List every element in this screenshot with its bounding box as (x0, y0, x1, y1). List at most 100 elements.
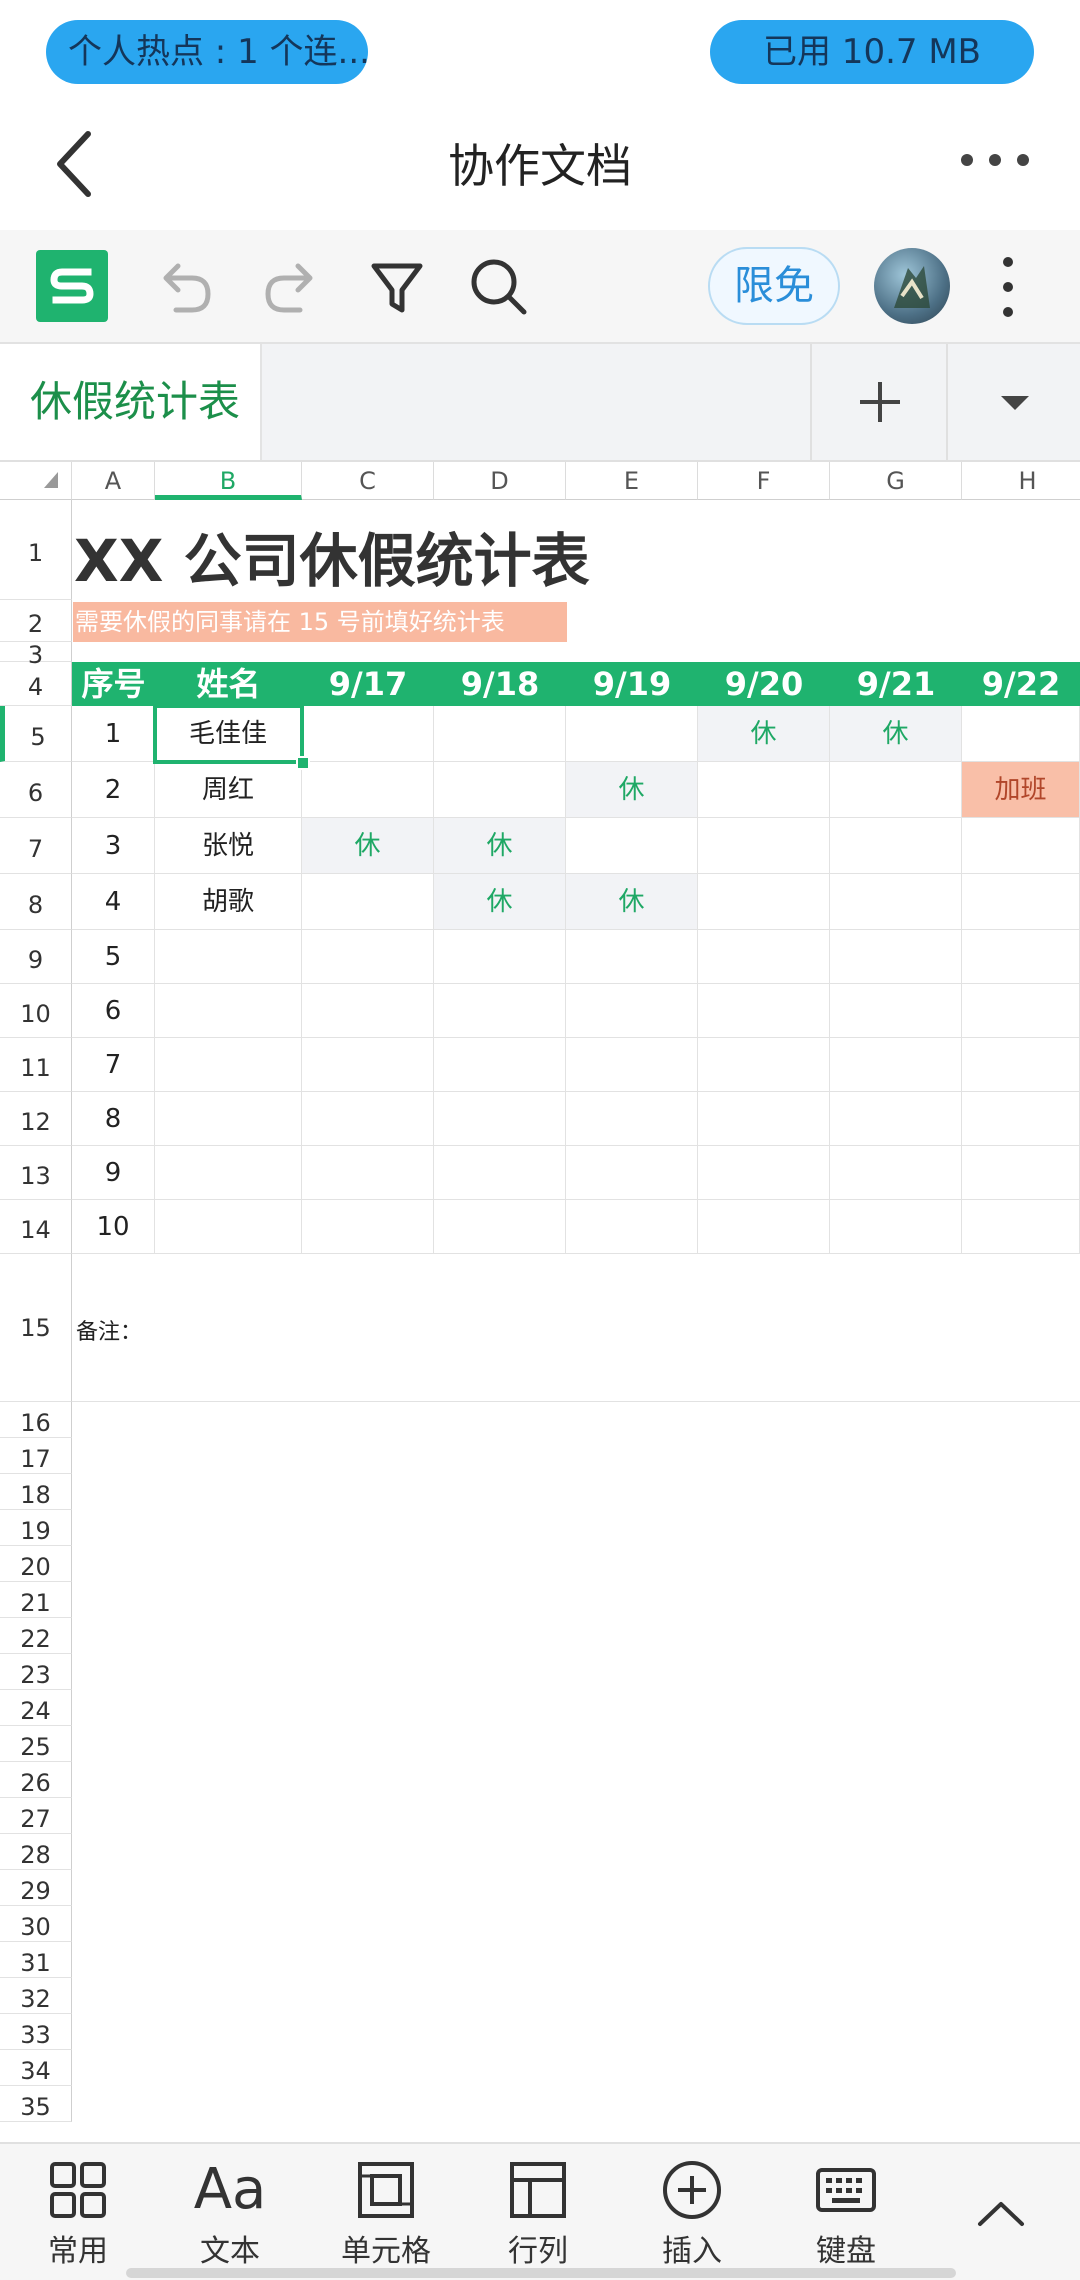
kebab-menu-icon[interactable] (990, 252, 1026, 322)
user-avatar[interactable] (874, 248, 950, 324)
day-cell[interactable] (302, 762, 434, 818)
day-cell[interactable] (698, 762, 830, 818)
day-cell[interactable] (962, 1200, 1080, 1254)
day-cell[interactable] (830, 984, 962, 1038)
table-header-cell[interactable]: 9/19 (566, 662, 698, 706)
table-header-cell[interactable]: 姓名 (155, 662, 302, 706)
day-cell[interactable] (302, 1038, 434, 1092)
day-cell[interactable] (566, 1038, 698, 1092)
spreadsheet-grid[interactable]: XX 公司休假统计表 需要休假的同事请在 15 号前填好统计表 备注： ABCD… (0, 462, 1080, 2142)
name-cell[interactable] (155, 984, 302, 1038)
table-header-cell[interactable]: 9/18 (434, 662, 566, 706)
day-cell[interactable] (962, 1092, 1080, 1146)
row-header-29[interactable]: 29 (0, 1870, 72, 1906)
add-sheet-button[interactable] (810, 344, 946, 460)
day-cell[interactable] (962, 930, 1080, 984)
day-cell[interactable] (698, 1038, 830, 1092)
day-cell[interactable] (962, 874, 1080, 930)
day-cell[interactable] (434, 1038, 566, 1092)
day-cell[interactable] (830, 874, 962, 930)
bottom-cell-button[interactable]: 单元格 (316, 2158, 456, 2278)
chevron-up-icon[interactable] (966, 2184, 1036, 2244)
day-cell[interactable] (962, 1146, 1080, 1200)
name-cell[interactable] (155, 1092, 302, 1146)
day-cell[interactable] (566, 706, 698, 762)
row-header-11[interactable]: 11 (0, 1038, 72, 1092)
name-cell[interactable] (155, 930, 302, 984)
day-cell[interactable] (302, 874, 434, 930)
name-cell[interactable] (155, 1038, 302, 1092)
day-cell[interactable] (830, 1092, 962, 1146)
table-header-cell[interactable]: 9/22 (962, 662, 1080, 706)
day-cell[interactable] (302, 930, 434, 984)
table-header-cell[interactable]: 序号 (72, 662, 155, 706)
bottom-keyboard-button[interactable]: 键盘 (776, 2158, 916, 2278)
column-header-a[interactable]: A (72, 462, 155, 500)
row-header-20[interactable]: 20 (0, 1546, 72, 1582)
redo-icon[interactable] (256, 252, 326, 322)
bottom-common-button[interactable]: 常用 (8, 2158, 148, 2278)
row-header-10[interactable]: 10 (0, 984, 72, 1038)
day-cell[interactable] (566, 1146, 698, 1200)
day-cell[interactable] (434, 1092, 566, 1146)
remark-cell[interactable]: 备注： (76, 1314, 142, 1346)
bottom-text-button[interactable]: Aa 文本 (160, 2158, 300, 2278)
column-header-e[interactable]: E (566, 462, 698, 500)
day-cell[interactable] (830, 1146, 962, 1200)
day-cell[interactable] (698, 984, 830, 1038)
day-cell[interactable] (830, 762, 962, 818)
column-header-h[interactable]: H (962, 462, 1080, 500)
day-cell[interactable] (698, 1146, 830, 1200)
scroll-handle[interactable] (126, 2268, 956, 2278)
day-cell[interactable] (962, 706, 1080, 762)
day-cell[interactable] (434, 1146, 566, 1200)
day-cell[interactable] (962, 984, 1080, 1038)
leave-cell[interactable]: 休 (434, 818, 566, 874)
day-cell[interactable] (830, 1038, 962, 1092)
overtime-cell[interactable]: 加班 (962, 762, 1080, 818)
filter-icon[interactable] (362, 252, 432, 322)
row-header-32[interactable]: 32 (0, 1978, 72, 2014)
day-cell[interactable] (962, 818, 1080, 874)
day-cell[interactable] (302, 706, 434, 762)
sheet-list-button[interactable] (946, 344, 1080, 460)
serial-number-cell[interactable]: 3 (72, 818, 155, 874)
table-header-cell[interactable]: 9/21 (830, 662, 962, 706)
row-header-24[interactable]: 24 (0, 1690, 72, 1726)
row-header-28[interactable]: 28 (0, 1834, 72, 1870)
row-header-13[interactable]: 13 (0, 1146, 72, 1200)
serial-number-cell[interactable]: 9 (72, 1146, 155, 1200)
day-cell[interactable] (830, 818, 962, 874)
sheet-tab-active[interactable]: 休假统计表 (0, 344, 262, 460)
serial-number-cell[interactable]: 1 (72, 706, 155, 762)
undo-icon[interactable] (150, 252, 220, 322)
row-header-34[interactable]: 34 (0, 2050, 72, 2086)
row-header-6[interactable]: 6 (0, 762, 72, 818)
day-cell[interactable] (566, 930, 698, 984)
day-cell[interactable] (566, 818, 698, 874)
row-header-21[interactable]: 21 (0, 1582, 72, 1618)
row-header-30[interactable]: 30 (0, 1906, 72, 1942)
day-cell[interactable] (434, 706, 566, 762)
day-cell[interactable] (962, 1038, 1080, 1092)
leave-cell[interactable]: 休 (434, 874, 566, 930)
day-cell[interactable] (434, 930, 566, 984)
name-cell[interactable] (155, 1200, 302, 1254)
column-header-f[interactable]: F (698, 462, 830, 500)
column-header-c[interactable]: C (302, 462, 434, 500)
row-header-35[interactable]: 35 (0, 2086, 72, 2122)
day-cell[interactable] (698, 818, 830, 874)
row-header-7[interactable]: 7 (0, 818, 72, 874)
leave-cell[interactable]: 休 (830, 706, 962, 762)
name-cell[interactable] (155, 1146, 302, 1200)
row-header-9[interactable]: 9 (0, 930, 72, 984)
leave-cell[interactable]: 休 (698, 706, 830, 762)
row-header-4[interactable]: 4 (0, 662, 72, 706)
row-header-31[interactable]: 31 (0, 1942, 72, 1978)
hotspot-status-pill[interactable]: 个人热点 : 1 个连... (46, 20, 368, 84)
row-header-18[interactable]: 18 (0, 1474, 72, 1510)
row-header-33[interactable]: 33 (0, 2014, 72, 2050)
row-header-26[interactable]: 26 (0, 1762, 72, 1798)
serial-number-cell[interactable]: 8 (72, 1092, 155, 1146)
notice-cell[interactable]: 需要休假的同事请在 15 号前填好统计表 (73, 602, 567, 642)
